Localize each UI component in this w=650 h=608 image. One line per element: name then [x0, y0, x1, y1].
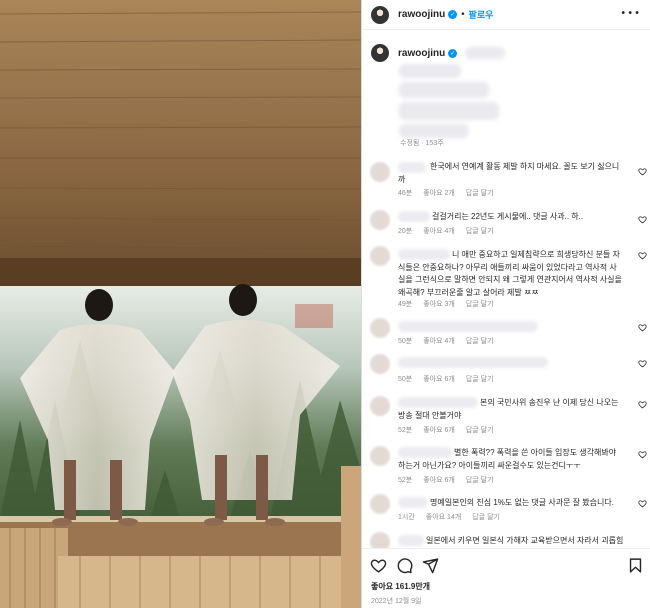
commenter-avatar[interactable]: [370, 354, 390, 374]
comment-likes[interactable]: 좋아요 6개: [423, 374, 455, 384]
post-photo[interactable]: [0, 0, 361, 608]
comment-reply-button[interactable]: 답글 달기: [466, 299, 494, 309]
heart-icon[interactable]: [638, 167, 647, 176]
commenter-avatar[interactable]: [370, 210, 390, 230]
bookmark-icon[interactable]: [627, 557, 644, 574]
caption-blurred-text: [399, 82, 489, 98]
likes-count[interactable]: 좋아요 161.9만개: [371, 581, 430, 592]
heart-icon[interactable]: [638, 450, 647, 459]
comment-text: 니 애만 중요하고 일제침략으로 희생당하신 분들 자 식들은 안중요하나? 아…: [398, 250, 622, 297]
more-icon[interactable]: •••: [620, 8, 641, 19]
comment-likes[interactable]: 좋아요 4개: [423, 226, 455, 236]
comment-meta: 50분 좋아요 4개 답글 달기: [398, 336, 494, 346]
comment-likes[interactable]: 좋아요 2개: [423, 188, 455, 198]
comment-text: 걸걸거리는 22년도 게시물에.. 댓글 사과.. 하..: [432, 212, 584, 221]
comment-meta: 50분 좋아요 6개 답글 달기: [398, 374, 494, 384]
comment-text: 한국에서 연예계 활동 제발 하지 마세요. 꼴도 보기 싫으니 까: [398, 162, 620, 184]
comment-likes[interactable]: 좋아요 4개: [423, 336, 455, 346]
comment-reply-button[interactable]: 답글 달기: [466, 475, 494, 485]
comment-likes[interactable]: 좋아요 6개: [423, 475, 455, 485]
comment-reply-button[interactable]: 답글 달기: [466, 374, 494, 384]
commenter-avatar[interactable]: [370, 162, 390, 182]
commenter-name-blurred[interactable]: [398, 357, 548, 368]
comment-time: 52분: [398, 427, 413, 434]
comment-meta: 20분 좋아요 4개 답글 달기: [398, 226, 494, 236]
caption-blurred-text: [399, 64, 461, 78]
post-date: 2022년 12월 9일: [371, 598, 422, 605]
commenter-avatar[interactable]: [370, 246, 390, 266]
comment-meta: 52분 좋아요 6개 답글 달기: [398, 475, 494, 485]
comment-meta: 52분 좋아요 6개 답글 달기: [398, 425, 494, 435]
comment-reply-button[interactable]: 답글 달기: [466, 425, 494, 435]
comment-time: 52분: [398, 477, 413, 484]
caption-author-avatar[interactable]: [371, 44, 389, 62]
caption-blurred-text: [465, 47, 506, 59]
comment-time: 46분: [398, 190, 413, 197]
comment-meta: 46분 좋아요 2개 답글 달기: [398, 188, 494, 198]
heart-icon[interactable]: [638, 215, 647, 224]
heart-icon[interactable]: [638, 400, 647, 409]
comment-likes[interactable]: 좋아요 3개: [423, 299, 455, 309]
comment-text: 본의 국민사위 송진우 난 이제 당신 나오는 방송 절대 안볼거야: [398, 398, 619, 420]
comment-time: 49분: [398, 301, 413, 308]
heart-icon[interactable]: [638, 251, 647, 260]
post-caption: rawoojinu ✓: [371, 44, 641, 138]
comment-reply-button[interactable]: 답글 달기: [466, 188, 494, 198]
caption-verified-badge-icon: ✓: [448, 48, 458, 58]
comment-reply-button[interactable]: 답글 달기: [466, 336, 494, 346]
post-footer: 좋아요 161.9만개 2022년 12월 9일: [362, 548, 650, 608]
caption-blurred-text: [399, 102, 499, 120]
author-avatar[interactable]: [371, 5, 389, 24]
heart-icon[interactable]: [638, 499, 647, 508]
comment-meta: 1시간 좋아요 14개 답글 달기: [398, 512, 500, 522]
caption-author-username[interactable]: rawoojinu: [398, 48, 445, 59]
comment-likes[interactable]: 좋아요 6개: [423, 425, 455, 435]
heart-icon[interactable]: [638, 323, 647, 332]
comment-text: 별한 폭력?? 폭력을 쓴 아이들 입장도 생각해봐야 하는거 아닌가요? 아이…: [398, 448, 617, 470]
caption-blurred-text: [399, 124, 469, 138]
commenter-avatar[interactable]: [370, 318, 390, 338]
comment-text: 일본에서 키우면 일본식 가해자 교육받으면서 자라서 괴롭힘: [426, 536, 624, 545]
post-header: rawoojinu ✓ • 팔로우 •••: [362, 0, 650, 30]
commenter-avatar[interactable]: [370, 494, 390, 514]
comment-time: 1시간: [398, 514, 415, 521]
comment-icon[interactable]: [396, 557, 413, 574]
post-side-panel: rawoojinu ✓ • 팔로우 ••• rawoojinu ✓ 수정됨 · …: [361, 0, 650, 608]
verified-badge-icon: ✓: [448, 10, 458, 19]
heart-icon[interactable]: [370, 557, 387, 574]
author-username[interactable]: rawoojinu: [398, 9, 445, 20]
share-icon[interactable]: [422, 557, 439, 574]
comment-time: 50분: [398, 376, 413, 383]
header-separator: •: [460, 9, 466, 20]
comment-reply-button[interactable]: 답글 달기: [472, 512, 500, 522]
commenter-name-blurred[interactable]: [398, 321, 538, 332]
commenter-avatar[interactable]: [370, 396, 390, 416]
commenter-avatar[interactable]: [370, 446, 390, 466]
heart-icon[interactable]: [638, 359, 647, 368]
follow-button[interactable]: 팔로우: [469, 8, 494, 21]
comment-reply-button[interactable]: 답글 달기: [466, 226, 494, 236]
comment-time: 50분: [398, 338, 413, 345]
comment-likes[interactable]: 좋아요 14개: [426, 512, 462, 522]
action-bar: [370, 557, 644, 575]
comment-meta: 49분 좋아요 3개 답글 달기: [398, 299, 494, 309]
caption-time: 수정됨 · 153주: [400, 140, 444, 147]
post-image: [0, 0, 361, 608]
comment-text: 명예일본인의 진심 1%도 없는 댓글 사과문 잘 봤습니다.: [430, 498, 614, 507]
comment-time: 20분: [398, 228, 413, 235]
